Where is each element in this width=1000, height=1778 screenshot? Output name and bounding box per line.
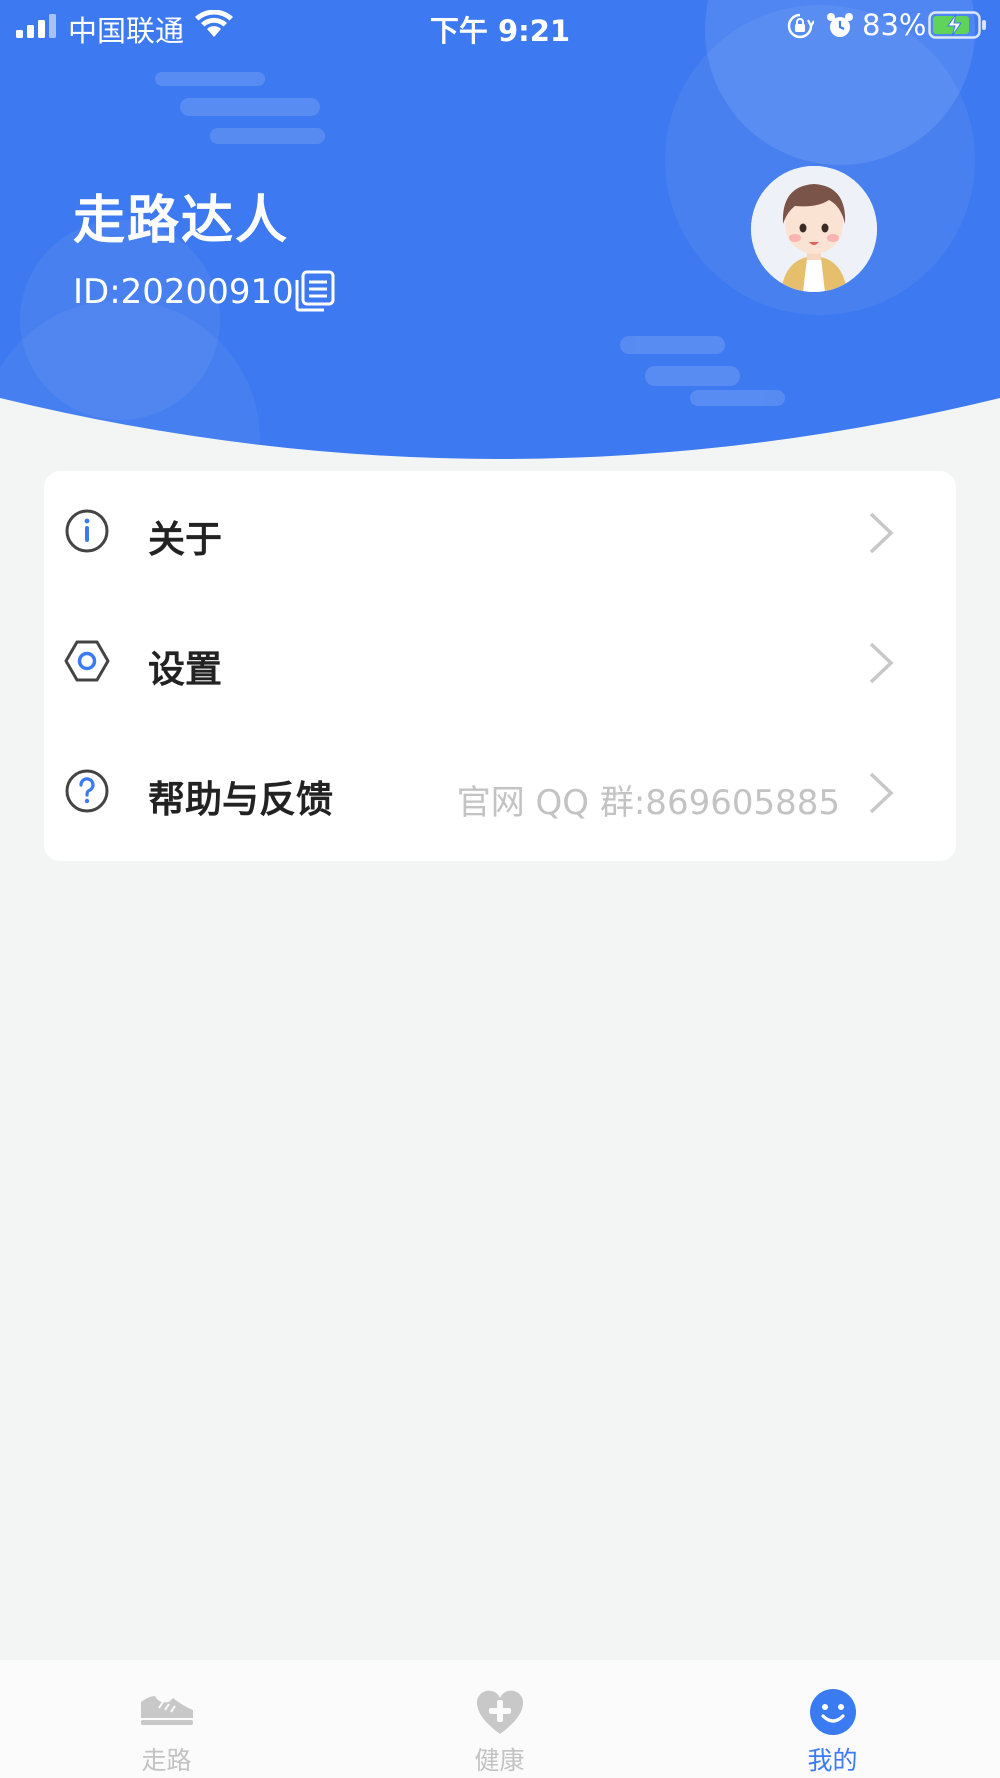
chevron-right-icon [869,772,894,814]
battery-charging-icon [928,11,986,39]
qq-group-text: 官网 QQ 群:869605885 [456,783,840,823]
battery-percent: 83% [862,8,927,42]
chevron-right-icon [869,512,894,554]
alarm-icon [827,13,853,37]
tab-label: 走路 [141,1746,192,1775]
tab-mine[interactable]: 我的 [666,1660,999,1778]
tab-health[interactable]: 健康 [333,1660,666,1778]
copy-icon[interactable] [294,270,336,312]
tab-walk[interactable]: 走路 [0,1660,333,1778]
info-icon [65,509,109,553]
profile-id: ID:20200910 [73,272,294,312]
settings-icon [64,640,110,682]
avatar[interactable] [751,166,877,292]
chevron-right-icon [869,642,894,684]
menu-card: 关于 设置 帮助与反馈 官网 QQ 群:869605885 [44,471,956,861]
menu-item-label: 帮助与反馈 [148,778,333,821]
menu-item-settings[interactable]: 设置 [44,601,956,721]
menu-item-label: 设置 [148,648,222,691]
heart-plus-icon [476,1690,523,1734]
status-bar: 中国联通 下午 9:21 83% [0,0,1000,50]
help-icon [65,769,109,813]
tab-label: 我的 [807,1746,858,1775]
tab-bar: 走路 健康 我的 [0,1660,1000,1778]
orientation-lock-icon [787,13,814,39]
menu-item-about[interactable]: 关于 [44,471,956,591]
menu-item-help-feedback[interactable]: 帮助与反馈 官网 QQ 群:869605885 [44,731,956,851]
smile-icon [809,1689,856,1735]
menu-item-label: 关于 [148,518,222,561]
tab-label: 健康 [474,1746,525,1775]
profile-name: 走路达人 [73,191,290,251]
shoe-icon [140,1696,193,1725]
avatar-illustration [751,166,877,292]
